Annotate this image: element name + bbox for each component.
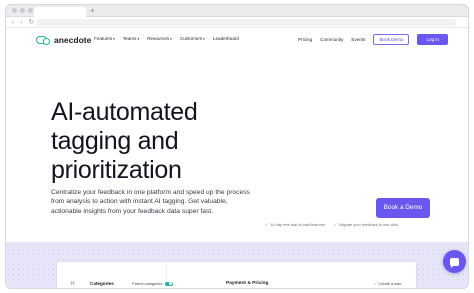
hero-description: Centralize your feedback in one platform… (51, 189, 250, 215)
login-button[interactable]: Log in (417, 34, 448, 45)
logo-text: anecdote (54, 35, 92, 45)
caret-down-icon: ▾ (137, 37, 140, 41)
create-task-button[interactable]: ✓Create a task (374, 281, 401, 286)
hero-title-line: prioritization (51, 156, 182, 184)
menu-item-resources[interactable]: Resources▾ (147, 36, 172, 41)
chat-launcher-button[interactable] (443, 250, 466, 273)
categories-heading: Categories (90, 281, 114, 286)
url-field[interactable] (36, 19, 456, 26)
caret-down-icon: ▾ (170, 37, 172, 41)
browser-nav-icons[interactable]: ‹ › ↻ (12, 18, 36, 27)
perks-list: ✓ 14 day free trial of paid features ✓ Mig… (265, 222, 398, 227)
categories-icon: ⌘ (70, 281, 75, 287)
new-tab-button[interactable]: + (90, 5, 95, 17)
perk-item: ✓ Migrate your feedback in one-click (333, 222, 399, 227)
chat-icon (450, 257, 459, 268)
menu-item-teams[interactable]: Teams▾ (123, 36, 139, 41)
minimize-window-icon[interactable] (20, 8, 25, 13)
payment-pricing-title: Payment & Pricing (226, 281, 269, 286)
maximize-window-icon[interactable] (28, 8, 33, 13)
window-controls (12, 8, 33, 13)
caret-down-icon: ▾ (113, 37, 115, 41)
browser-tab[interactable] (34, 7, 86, 17)
menu-item-customers[interactable]: Customers▾ (180, 36, 205, 41)
caret-down-icon: ▾ (203, 37, 205, 41)
product-preview-card: ⌘ Categories Parent categories Payment &… (56, 261, 417, 288)
check-icon: ✓ (374, 281, 378, 286)
check-icon: ✓ (265, 222, 269, 227)
toggle-icon[interactable] (164, 281, 173, 286)
browser-window: + ‹ › ↻ anecdote Features▾ Teams▾ Resour… (5, 4, 469, 289)
anecdote-logo[interactable]: anecdote (36, 35, 91, 45)
address-bar-row: ‹ › ↻ (6, 17, 468, 28)
book-demo-button[interactable]: Book Demo (373, 34, 410, 45)
main-menu: Features▾ Teams▾ Resources▾ Customers▾ L… (94, 36, 239, 41)
check-icon: ✓ (333, 222, 338, 227)
nav-link-community[interactable]: Community (320, 37, 343, 42)
close-window-icon[interactable] (12, 8, 17, 13)
parent-categories-toggle[interactable]: Parent categories (132, 281, 173, 286)
hero-title-line: AI-automated (51, 98, 198, 126)
nav-link-pricing[interactable]: Pricing (298, 37, 312, 42)
site-navbar: anecdote Features▾ Teams▾ Resources▾ Cus… (6, 29, 468, 51)
hero-title-line: tagging and (51, 127, 179, 155)
hero-title: AI-automated tagging and prioritization (51, 98, 291, 185)
nav-link-events[interactable]: Events (351, 37, 365, 42)
logo-mark-icon (36, 36, 50, 45)
browser-tab-strip: + (6, 5, 468, 17)
perk-item: ✓ 14 day free trial of paid features (265, 222, 325, 227)
menu-item-leaderboard[interactable]: Leaderboard (213, 36, 239, 41)
menu-item-features[interactable]: Features▾ (94, 36, 115, 41)
nav-right-links: Pricing Community Events Book Demo Log i… (298, 34, 448, 45)
book-a-demo-button[interactable]: Book a Demo (376, 198, 430, 218)
